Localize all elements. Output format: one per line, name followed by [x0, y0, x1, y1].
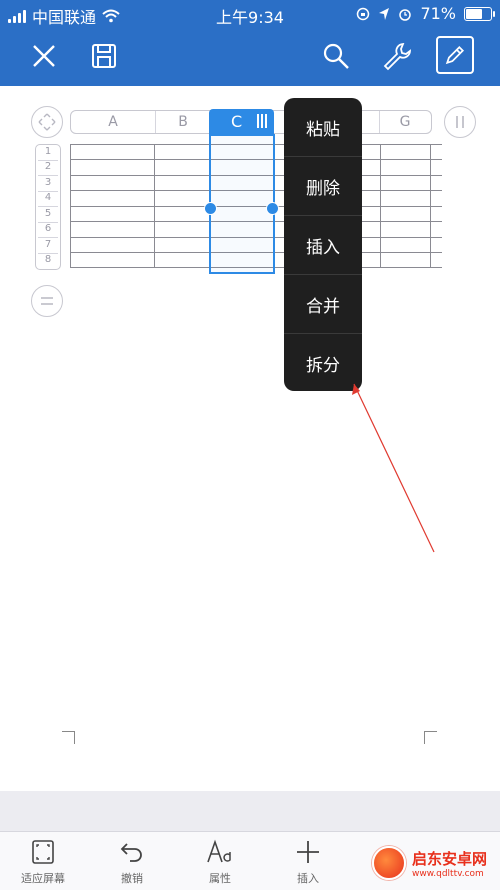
- document-canvas[interactable]: A B G 1 2 3 4 5 6 7 8 C: [0, 86, 500, 791]
- row-header-3[interactable]: 3: [36, 177, 60, 188]
- watermark-title: 启东安卓网: [412, 849, 488, 868]
- row-header-bar: 1 2 3 4 5 6 7 8: [35, 144, 61, 270]
- page-bottom-margin: [0, 791, 500, 831]
- fit-screen-icon: [32, 840, 54, 864]
- pencil-icon[interactable]: [436, 36, 474, 74]
- alarm-icon: [399, 8, 412, 21]
- row-header-1[interactable]: 1: [36, 146, 60, 157]
- clock: 上午9:34: [216, 8, 284, 27]
- watermark-logo-icon: [372, 846, 406, 880]
- row-header-6[interactable]: 6: [36, 223, 60, 234]
- plus-icon: [297, 841, 319, 863]
- row-header-5[interactable]: 5: [36, 208, 60, 219]
- undo-icon: [120, 843, 142, 862]
- column-header-a[interactable]: A: [71, 111, 155, 133]
- insert-button[interactable]: 插入: [273, 838, 343, 886]
- wrench-icon[interactable]: [378, 38, 414, 74]
- undo-button[interactable]: 撤销: [97, 838, 167, 886]
- battery-icon: [464, 6, 495, 21]
- row-header-4[interactable]: 4: [36, 192, 60, 203]
- watermark: 启东安卓网 www.qdlttv.com: [372, 840, 496, 886]
- menu-item-insert[interactable]: 插入: [284, 216, 362, 275]
- menu-item-merge[interactable]: 合并: [284, 275, 362, 334]
- undo-label: 撤销: [121, 872, 143, 885]
- pause-bars-icon: [456, 116, 464, 128]
- page-corner-mark: [424, 731, 437, 744]
- row-resize-handle[interactable]: [31, 285, 63, 317]
- column-header-g[interactable]: G: [379, 111, 431, 133]
- selection-handle-right[interactable]: [266, 202, 279, 215]
- properties-button[interactable]: 属性: [185, 838, 255, 886]
- column-resize-handle[interactable]: [444, 106, 476, 138]
- selection-handle-left[interactable]: [204, 202, 217, 215]
- top-bar: 中国联通 上午9:34 71%: [0, 0, 500, 86]
- menu-item-split[interactable]: 拆分: [284, 334, 362, 391]
- context-menu: 粘贴 删除 插入 合并 拆分: [284, 98, 362, 391]
- row-header-8[interactable]: 8: [36, 254, 60, 265]
- document-toolbar: [0, 28, 500, 86]
- equals-bars-icon: [41, 297, 53, 305]
- rotation-lock-icon: [357, 7, 370, 20]
- save-icon[interactable]: [86, 38, 122, 74]
- close-icon[interactable]: [26, 38, 62, 74]
- watermark-url: www.qdlttv.com: [412, 868, 484, 879]
- font-icon: [207, 839, 231, 863]
- fit-screen-label: 适应屏幕: [21, 872, 65, 885]
- selected-column-label: C: [231, 112, 243, 131]
- move-table-handle[interactable]: [31, 106, 63, 138]
- menu-item-delete[interactable]: 删除: [284, 157, 362, 216]
- move-arrows-icon: [38, 113, 56, 131]
- selected-column[interactable]: [209, 134, 275, 274]
- properties-label: 属性: [209, 872, 231, 885]
- status-bar: 中国联通 上午9:34 71%: [0, 0, 500, 28]
- insert-label: 插入: [297, 872, 319, 885]
- row-header-7[interactable]: 7: [36, 239, 60, 250]
- column-grip-icon[interactable]: [257, 114, 267, 128]
- search-icon[interactable]: [318, 38, 354, 74]
- page-corner-mark: [62, 731, 75, 744]
- selected-column-header[interactable]: C: [209, 109, 274, 134]
- location-icon: [379, 7, 390, 20]
- fit-screen-button[interactable]: 适应屏幕: [8, 838, 78, 886]
- battery-percent: 71%: [420, 4, 456, 23]
- menu-item-paste[interactable]: 粘贴: [284, 98, 362, 157]
- column-header-b[interactable]: B: [155, 111, 211, 133]
- row-header-2[interactable]: 2: [36, 161, 60, 172]
